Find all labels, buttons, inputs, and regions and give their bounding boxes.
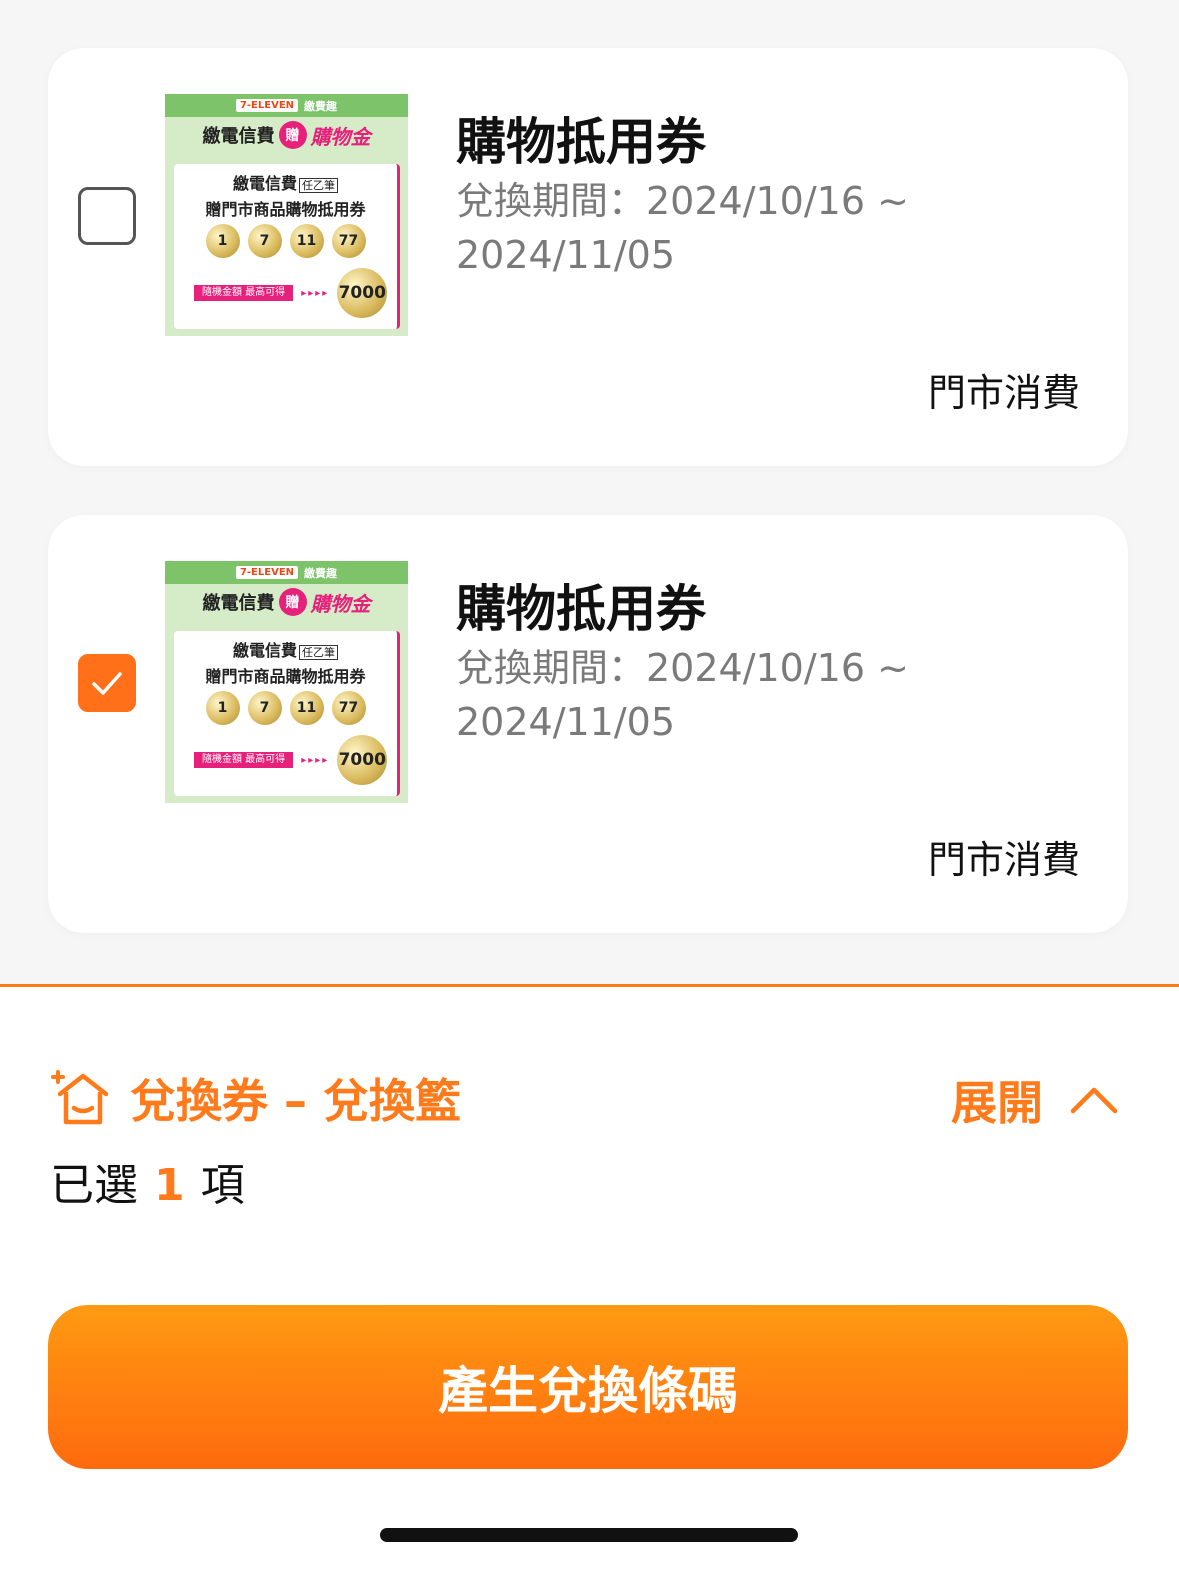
image-headline-left: 繳電信費 xyxy=(202,593,275,614)
selected-summary: 已選 1 項 xyxy=(50,1149,245,1213)
basket-title: 兌換券 – 兌換籃 xyxy=(130,1074,462,1128)
coupon-period: 兌換期間：2024/10/16 ~ 2024/11/05 xyxy=(456,646,909,744)
coupon-card[interactable]: 7-ELEVEN 繳費趣 繳電信費 贈 購物金 繳電信費 任乙筆 贈門市商品購物抵… xyxy=(48,515,1128,933)
coupon-list: 7-ELEVEN 繳費趣 繳電信費 贈 購物金 繳電信費 任乙筆 贈門市商品購物抵… xyxy=(0,0,1179,984)
image-headline-right: 購物金 xyxy=(310,591,371,616)
image-line1: 繳電信費 xyxy=(232,174,297,193)
coin: 7 xyxy=(247,224,282,258)
coin: 77 xyxy=(331,691,366,725)
image-pink-label: 隨機金額 最高可得 xyxy=(194,752,294,768)
coupon-period: 兌換期間：2024/10/16 ~ 2024/11/05 xyxy=(456,179,909,277)
coin: 11 xyxy=(289,691,324,725)
brand-sub: 繳費趣 xyxy=(304,99,338,113)
selected-suffix: 項 xyxy=(200,1160,245,1211)
expand-button[interactable]: 展開 xyxy=(951,1067,1119,1133)
coupon-image: 7-ELEVEN 繳費趣 繳電信費 贈 購物金 繳電信費 任乙筆 贈門市商品購物抵… xyxy=(165,561,408,803)
coupon-title: 購物抵用券 xyxy=(456,113,706,171)
chevron-up-icon xyxy=(1070,1087,1118,1114)
expand-label: 展開 xyxy=(951,1076,1043,1130)
redeem-basket-panel: 兌換券 – 兌換籃 展開 已選 1 項 產生兌換條碼 xyxy=(0,984,1179,1572)
coupon-checkbox[interactable] xyxy=(78,187,136,245)
coupon-image: 7-ELEVEN 繳費趣 繳電信費 贈 購物金 繳電信費 任乙筆 贈門市商品購物抵… xyxy=(165,94,408,336)
home-indicator[interactable] xyxy=(380,1528,798,1542)
check-icon xyxy=(92,672,122,695)
image-tag: 任乙筆 xyxy=(299,645,338,660)
image-inner-panel: 繳電信費 任乙筆 贈門市商品購物抵用券 1 7 11 77 隨機金額 最高可得 ▸… xyxy=(174,164,400,329)
big-coin: 7000 xyxy=(337,735,388,785)
image-line2: 贈門市商品購物抵用券 xyxy=(205,667,366,686)
brand-sub: 繳費趣 xyxy=(304,566,338,580)
arrows-icon: ▸▸▸▸ xyxy=(301,754,330,766)
image-headline-right: 購物金 xyxy=(310,124,371,149)
basket-header: 兌換券 – 兌換籃 xyxy=(50,1065,461,1131)
brand-logo: 7-ELEVEN xyxy=(235,99,299,112)
coin: 77 xyxy=(331,224,366,258)
coupon-card[interactable]: 7-ELEVEN 繳費趣 繳電信費 贈 購物金 繳電信費 任乙筆 贈門市商品購物抵… xyxy=(48,48,1128,466)
generate-barcode-button[interactable]: 產生兌換條碼 xyxy=(48,1305,1128,1469)
coupon-title: 購物抵用券 xyxy=(456,580,706,638)
gift-badge: 贈 xyxy=(278,588,307,616)
coupon-checkbox[interactable] xyxy=(78,654,136,712)
coupon-channel: 門市消費 xyxy=(927,371,1080,415)
brand-logo: 7-ELEVEN xyxy=(235,566,299,579)
image-inner-panel: 繳電信費 任乙筆 贈門市商品購物抵用券 1 7 11 77 隨機金額 最高可得 ▸… xyxy=(174,631,400,796)
image-line2: 贈門市商品購物抵用券 xyxy=(205,200,366,219)
coupon-channel: 門市消費 xyxy=(927,838,1080,882)
selected-count: 1 xyxy=(154,1160,185,1211)
coin: 1 xyxy=(205,691,240,725)
big-coin: 7000 xyxy=(337,268,388,318)
coin: 1 xyxy=(205,224,240,258)
arrows-icon: ▸▸▸▸ xyxy=(301,287,330,299)
image-tag: 任乙筆 xyxy=(299,178,338,193)
image-line1: 繳電信費 xyxy=(232,641,297,660)
image-pink-label: 隨機金額 最高可得 xyxy=(194,285,294,301)
gift-badge: 贈 xyxy=(278,121,307,149)
selected-prefix: 已選 xyxy=(50,1160,138,1211)
image-headline-left: 繳電信費 xyxy=(202,126,275,147)
coin: 7 xyxy=(247,691,282,725)
house-plus-icon xyxy=(51,1070,109,1125)
coin: 11 xyxy=(289,224,324,258)
